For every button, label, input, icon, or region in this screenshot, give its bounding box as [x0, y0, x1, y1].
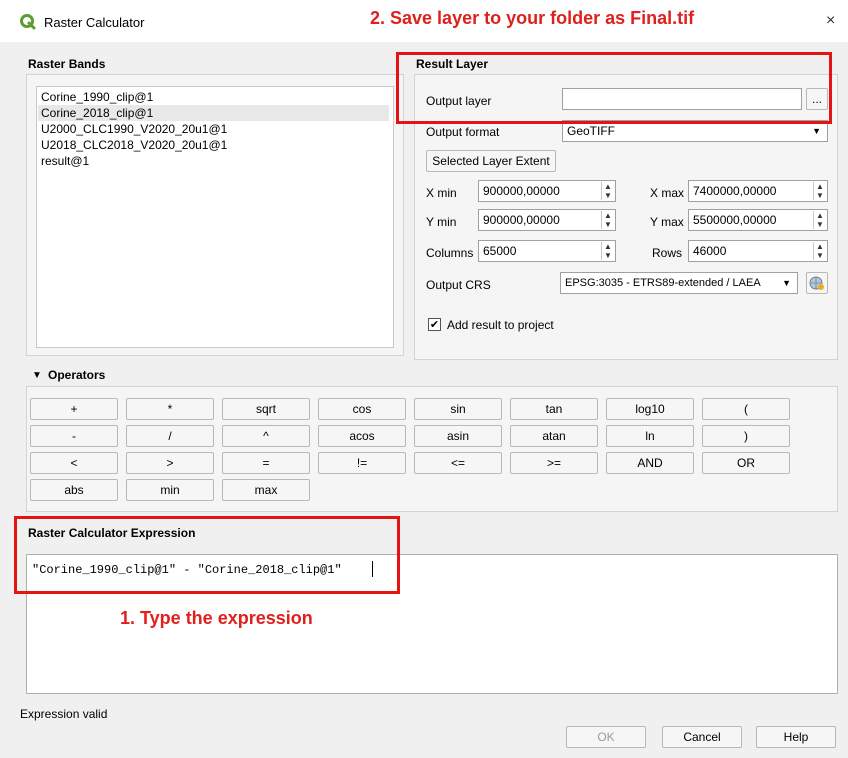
output-crs-label: Output CRS [426, 278, 491, 292]
operator-button[interactable]: ln [606, 425, 694, 447]
crs-selector-button[interactable] [806, 272, 828, 294]
list-item[interactable]: U2000_CLC1990_V2020_20u1@1 [41, 121, 227, 137]
raster-bands-title: Raster Bands [28, 57, 106, 71]
operators-title: Operators [48, 368, 106, 382]
xmin-label: X min [426, 186, 457, 200]
ymax-label: Y max [650, 215, 684, 229]
operator-button[interactable]: max [222, 479, 310, 501]
operator-button[interactable]: - [30, 425, 118, 447]
ymin-value: 900000,00000 [483, 213, 560, 227]
xmax-value: 7400000,00000 [693, 184, 777, 198]
raster-bands-list[interactable]: Corine_1990_clip@1 Corine_2018_clip@1 U2… [36, 86, 394, 348]
operator-button[interactable]: min [126, 479, 214, 501]
add-result-checkbox[interactable]: ✔ [428, 318, 441, 331]
operator-button[interactable]: != [318, 452, 406, 474]
qgis-logo-icon [20, 14, 36, 30]
columns-label: Columns [426, 246, 474, 260]
operator-button[interactable]: ) [702, 425, 790, 447]
operator-button[interactable]: asin [414, 425, 502, 447]
columns-input[interactable]: 65000 ▲ ▼ [478, 240, 616, 262]
spinbox-arrows-icon[interactable]: ▲ ▼ [601, 211, 614, 229]
list-item[interactable]: Corine_2018_clip@1 [38, 105, 389, 121]
spinbox-arrows-icon[interactable]: ▲ ▼ [813, 211, 826, 229]
spinbox-arrows-icon[interactable]: ▲ ▼ [601, 182, 614, 200]
output-crs-select[interactable]: EPSG:3035 - ETRS89-extended / LAEA ▼ [560, 272, 798, 294]
chevron-down-icon: ▼ [782, 278, 791, 288]
operator-button[interactable]: >= [510, 452, 598, 474]
xmin-value: 900000,00000 [483, 184, 560, 198]
operator-button[interactable]: sin [414, 398, 502, 420]
add-result-label: Add result to project [447, 318, 554, 332]
highlight-expression [14, 516, 400, 594]
operator-button[interactable]: cos [318, 398, 406, 420]
operator-button[interactable]: abs [30, 479, 118, 501]
selected-layer-extent-button[interactable]: Selected Layer Extent [426, 150, 556, 172]
output-crs-value: EPSG:3035 - ETRS89-extended / LAEA [565, 277, 761, 289]
list-item[interactable]: U2018_CLC2018_V2020_20u1@1 [41, 137, 227, 153]
operator-button[interactable]: AND [606, 452, 694, 474]
xmax-input[interactable]: 7400000,00000 ▲ ▼ [688, 180, 828, 202]
output-format-value: GeoTIFF [567, 124, 616, 138]
operator-button[interactable]: / [126, 425, 214, 447]
window-title: Raster Calculator [44, 15, 145, 30]
operator-button[interactable]: < [30, 452, 118, 474]
spinbox-arrows-icon[interactable]: ▲ ▼ [601, 242, 614, 260]
operator-button[interactable]: tan [510, 398, 598, 420]
operator-button[interactable]: sqrt [222, 398, 310, 420]
help-button[interactable]: Help [756, 726, 836, 748]
operator-button[interactable]: > [126, 452, 214, 474]
list-item[interactable]: result@1 [41, 153, 89, 169]
ymax-input[interactable]: 5500000,00000 ▲ ▼ [688, 209, 828, 231]
spinbox-arrows-icon[interactable]: ▲ ▼ [813, 182, 826, 200]
rows-label: Rows [652, 246, 683, 260]
rows-value: 46000 [693, 244, 727, 258]
ymin-label: Y min [426, 215, 457, 229]
operator-button[interactable]: <= [414, 452, 502, 474]
close-icon[interactable]: × [826, 12, 835, 30]
operator-button[interactable]: OR [702, 452, 790, 474]
save-annotation: 2. Save layer to your folder as Final.ti… [370, 8, 695, 28]
ymax-value: 5500000,00000 [693, 213, 777, 227]
operator-button[interactable]: * [126, 398, 214, 420]
expression-status: Expression valid [20, 707, 108, 721]
type-annotation: 1. Type the expression [120, 608, 313, 628]
columns-value: 65000 [483, 244, 517, 258]
operator-button[interactable]: atan [510, 425, 598, 447]
ok-button[interactable]: OK [566, 726, 646, 748]
operator-button[interactable]: = [222, 452, 310, 474]
operator-button[interactable]: acos [318, 425, 406, 447]
operator-button[interactable]: log10 [606, 398, 694, 420]
globe-crs-icon [809, 276, 824, 290]
rows-input[interactable]: 46000 ▲ ▼ [688, 240, 828, 262]
spinbox-arrows-icon[interactable]: ▲ ▼ [813, 242, 826, 260]
operator-button[interactable]: ^ [222, 425, 310, 447]
ymin-input[interactable]: 900000,00000 ▲ ▼ [478, 209, 616, 231]
xmax-label: X max [650, 186, 685, 200]
xmin-input[interactable]: 900000,00000 ▲ ▼ [478, 180, 616, 202]
operator-button[interactable]: + [30, 398, 118, 420]
output-format-label: Output format [426, 125, 500, 139]
list-item[interactable]: Corine_1990_clip@1 [41, 89, 153, 105]
chevron-down-icon: ▼ [812, 126, 821, 136]
cancel-button[interactable]: Cancel [662, 726, 742, 748]
highlight-output-layer [396, 52, 832, 124]
operator-button[interactable]: ( [702, 398, 790, 420]
collapse-arrow-icon[interactable]: ▼ [32, 370, 42, 381]
